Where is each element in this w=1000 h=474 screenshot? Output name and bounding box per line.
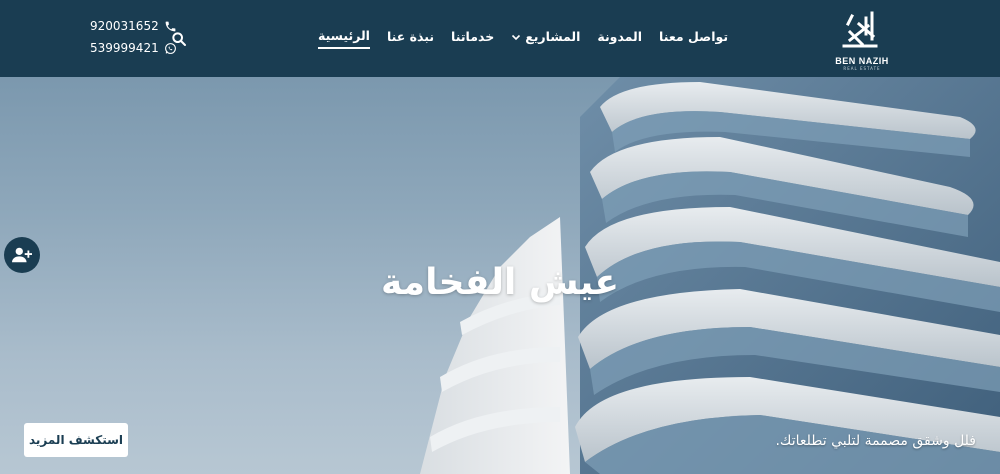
nav-home[interactable]: الرئيسية — [318, 28, 370, 49]
hero-subtitle: فلل وشقق مصممة لتلبي تطلعاتك. — [775, 433, 976, 449]
phone-link[interactable]: 920031652 — [90, 15, 177, 37]
main-nav: الرئيسية نبذة عنا خدماتنا المشاريع المدو… — [318, 28, 728, 49]
nav-contact[interactable]: تواصل معنا — [659, 28, 728, 49]
site-header: 920031652 539999421 الرئيسية نبذة عنا خد… — [0, 0, 1000, 77]
logo-tagline: REAL ESTATE — [843, 66, 881, 71]
nav-projects[interactable]: المشاريع — [511, 28, 580, 49]
hero-title: عيش الفخامة — [380, 262, 620, 303]
nav-services[interactable]: خدماتنا — [451, 28, 494, 49]
nav-blog[interactable]: المدونة — [597, 28, 642, 49]
user-plus-icon — [12, 247, 32, 263]
whatsapp-link[interactable]: 539999421 — [90, 37, 177, 59]
explore-more-button[interactable]: استكشف المزيد — [24, 423, 128, 457]
phone-number: 920031652 — [90, 19, 159, 33]
brand-logo[interactable]: BEN NAZIH REAL ESTATE — [826, 10, 898, 74]
whatsapp-number: 539999421 — [90, 41, 159, 55]
contact-info: 920031652 539999421 — [90, 15, 177, 59]
nav-about[interactable]: نبذة عنا — [387, 28, 434, 49]
chevron-down-icon — [512, 34, 521, 40]
user-plus-button[interactable] — [4, 237, 40, 273]
logo-name: BEN NAZIH — [835, 56, 889, 66]
search-icon[interactable] — [171, 31, 187, 47]
logo-mark — [842, 11, 878, 48]
